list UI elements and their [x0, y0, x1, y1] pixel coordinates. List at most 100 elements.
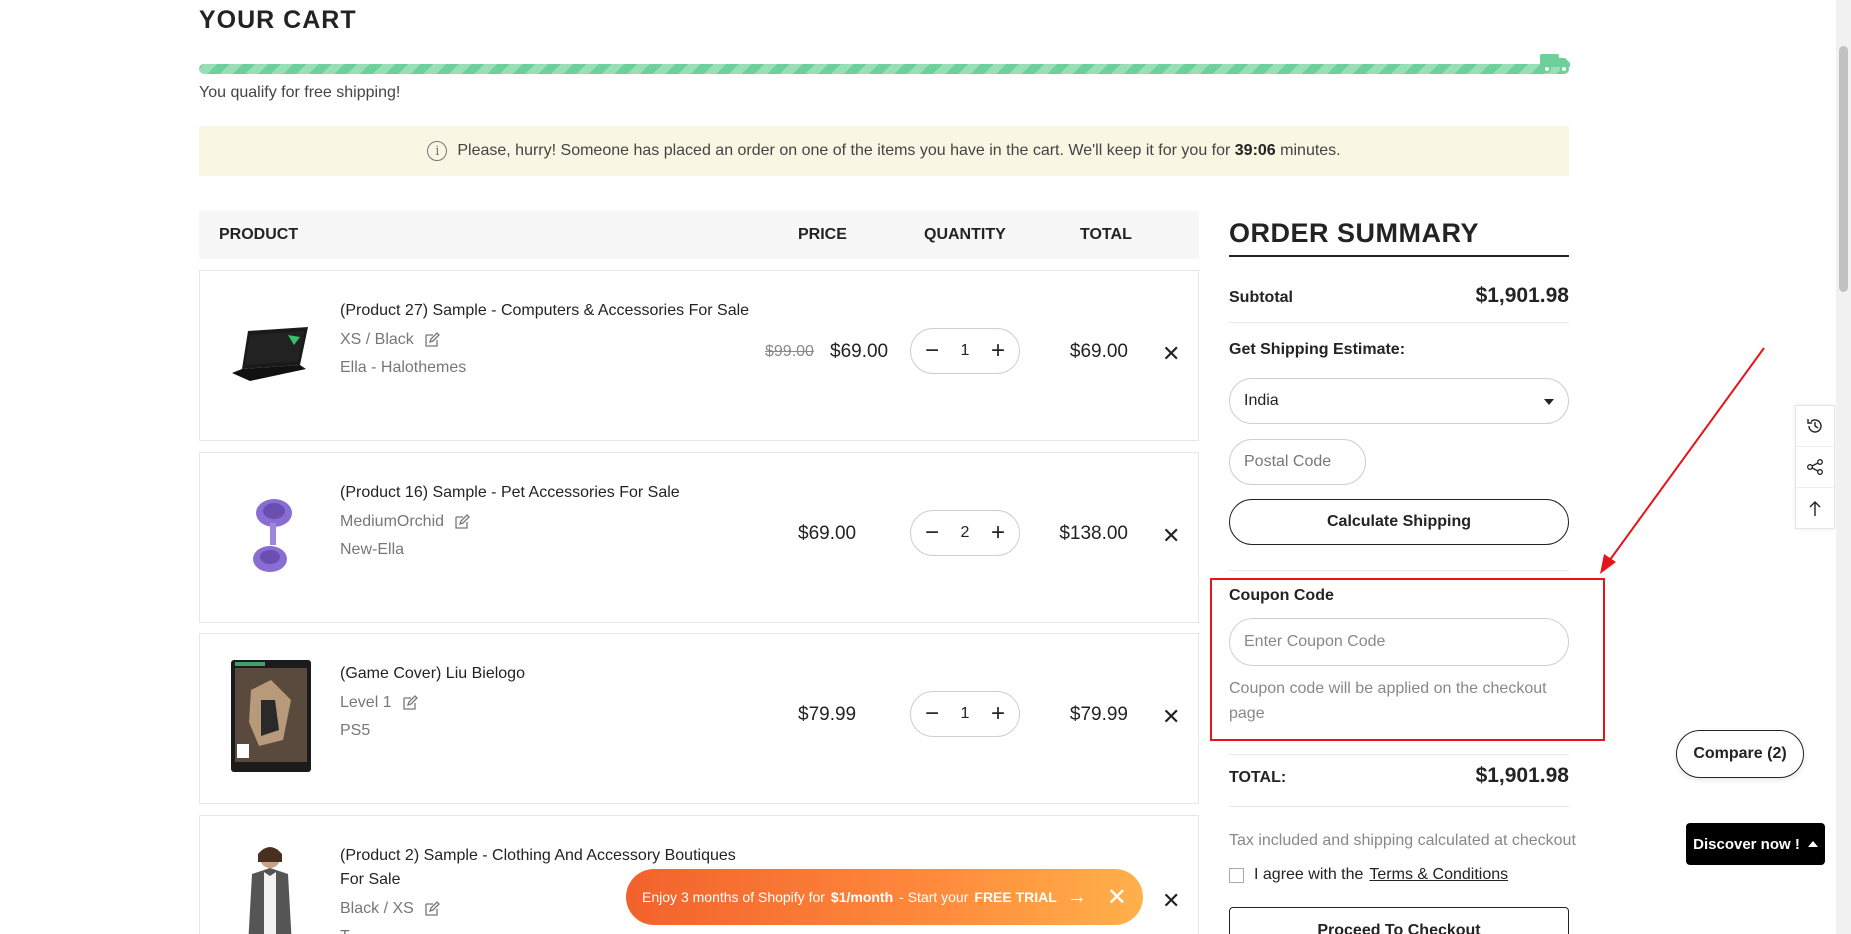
terms-agreement: I agree with the Terms & Conditions [1229, 866, 1508, 884]
item-vendor: T [340, 928, 350, 934]
edit-icon[interactable] [424, 901, 440, 917]
compare-button[interactable]: Compare (2) [1676, 730, 1804, 778]
item-price: $79.99 [798, 704, 857, 725]
quantity-stepper: − 2 + [910, 510, 1020, 556]
quantity-stepper: − 1 + [910, 691, 1020, 737]
caret-down-icon [1544, 399, 1554, 405]
summary-title-underline [1229, 255, 1569, 257]
item-variant: MediumOrchid [340, 513, 445, 530]
item-name[interactable]: (Product 16) Sample - Pet Accessories Fo… [340, 481, 760, 505]
shopify-promo-bar[interactable]: Enjoy 3 months of Shopify for $1/month -… [626, 869, 1143, 925]
remove-item-icon[interactable]: ✕ [1162, 704, 1180, 730]
quantity-value[interactable]: 1 [961, 342, 970, 360]
header-price: PRICE [798, 226, 847, 243]
quantity-value[interactable]: 1 [961, 705, 970, 723]
cart-item: (Product 16) Sample - Pet Accessories Fo… [199, 452, 1199, 623]
scrollbar-thumb[interactable] [1839, 46, 1848, 292]
item-price: $69.00 [798, 523, 857, 544]
edit-icon[interactable] [424, 332, 440, 348]
promo-text: Enjoy 3 months of Shopify for [642, 889, 825, 905]
country-select[interactable]: India [1229, 378, 1569, 424]
promo-price: $1/month [830, 889, 894, 905]
item-vendor: New-Ella [340, 541, 405, 558]
remove-item-icon[interactable]: ✕ [1162, 523, 1180, 549]
country-value: India [1244, 392, 1279, 409]
remove-item-icon[interactable]: ✕ [1162, 888, 1180, 914]
item-compare-price: $99.00 [765, 343, 814, 360]
pet-bowl-thumbnail[interactable] [228, 493, 312, 581]
free-shipping-message: You qualify for free shipping! [199, 84, 401, 101]
item-variant: Black / XS [340, 900, 414, 917]
annotation-highlight-box [1210, 578, 1605, 741]
minus-icon[interactable]: − [925, 339, 939, 363]
total-label: TOTAL: [1229, 769, 1287, 786]
item-vendor: Ella - Halothemes [340, 359, 467, 376]
calculate-shipping-button[interactable]: Calculate Shipping [1229, 499, 1569, 545]
terms-checkbox[interactable] [1229, 867, 1244, 883]
cart-item: (Game Cover) Liu Bielogo Level 1 PS5 $79… [199, 633, 1199, 804]
item-total: $138.00 [1059, 523, 1128, 544]
truck-icon [1540, 54, 1570, 73]
tax-note: Tax included and shipping calculated at … [1229, 832, 1576, 849]
header-total: TOTAL [1080, 226, 1132, 243]
item-variant: XS / Black [340, 331, 414, 348]
header-product: PRODUCT [219, 226, 299, 243]
postal-code-input[interactable]: Postal Code [1229, 439, 1366, 485]
edit-icon[interactable] [454, 514, 470, 530]
edit-icon[interactable] [402, 695, 418, 711]
back-to-top-icon[interactable] [1796, 488, 1834, 529]
caret-up-icon [1807, 841, 1818, 847]
hurry-timer: 39:06 [1234, 142, 1276, 159]
cart-table-header: PRODUCT PRICE QUANTITY TOTAL [199, 211, 1199, 259]
arrow-right-icon: → [1066, 885, 1087, 908]
item-total: $79.99 [1069, 704, 1128, 725]
page-title: YOUR CART [199, 6, 357, 34]
order-summary-title: ORDER SUMMARY [1229, 218, 1480, 248]
divider [1229, 570, 1569, 571]
annotation-arrow [1600, 347, 1765, 574]
history-icon[interactable] [1796, 406, 1834, 447]
total-value: $1,901.98 [1475, 764, 1569, 787]
subtotal-label: Subtotal [1229, 289, 1293, 306]
quantity-stepper: − 1 + [910, 328, 1020, 374]
promo-trial: FREE TRIAL [974, 889, 1057, 905]
game-cover-thumbnail[interactable] [231, 660, 311, 772]
discover-label: Discover now ! [1693, 835, 1800, 853]
terms-link[interactable]: Terms & Conditions [1369, 866, 1508, 884]
header-quantity: QUANTITY [924, 226, 1006, 243]
info-icon: i [427, 141, 448, 161]
divider [1229, 754, 1569, 755]
plus-icon[interactable]: + [991, 521, 1005, 545]
plus-icon[interactable]: + [991, 702, 1005, 726]
laptop-thumbnail[interactable] [228, 321, 312, 391]
hurry-notice: i Please, hurry! Someone has placed an o… [199, 126, 1569, 176]
minus-icon[interactable]: − [925, 521, 939, 545]
item-name[interactable]: (Game Cover) Liu Bielogo [340, 662, 760, 686]
item-total: $69.00 [1069, 341, 1128, 362]
scrollbar[interactable] [1836, 0, 1851, 934]
shipping-estimate-label: Get Shipping Estimate: [1229, 341, 1406, 358]
plus-icon[interactable]: + [991, 339, 1005, 363]
item-vendor: PS5 [340, 722, 371, 739]
quantity-value[interactable]: 2 [961, 524, 970, 542]
share-icon[interactable] [1796, 447, 1834, 488]
clothing-model-thumbnail[interactable] [228, 842, 312, 934]
side-toolbar [1795, 405, 1835, 529]
remove-item-icon[interactable]: ✕ [1162, 341, 1180, 367]
agree-text: I agree with the [1254, 866, 1364, 883]
promo-text-2: - Start your [899, 889, 969, 905]
hurry-text-end: minutes. [1280, 142, 1341, 159]
discover-now-button[interactable]: Discover now ! [1686, 823, 1825, 865]
item-price: $69.00 [830, 341, 889, 362]
item-variant: Level 1 [340, 694, 392, 711]
cart-item: (Product 27) Sample - Computers & Access… [199, 270, 1199, 441]
item-name[interactable]: (Product 27) Sample - Computers & Access… [340, 299, 760, 323]
close-icon[interactable]: ✕ [1107, 883, 1127, 912]
proceed-to-checkout-button[interactable]: Proceed To Checkout [1229, 907, 1569, 934]
minus-icon[interactable]: − [925, 702, 939, 726]
hurry-text: Please, hurry! Someone has placed an ord… [457, 142, 1231, 159]
divider [1229, 806, 1569, 807]
free-shipping-progress-bar [199, 64, 1569, 74]
subtotal-value: $1,901.98 [1475, 284, 1569, 307]
divider [1229, 322, 1569, 323]
